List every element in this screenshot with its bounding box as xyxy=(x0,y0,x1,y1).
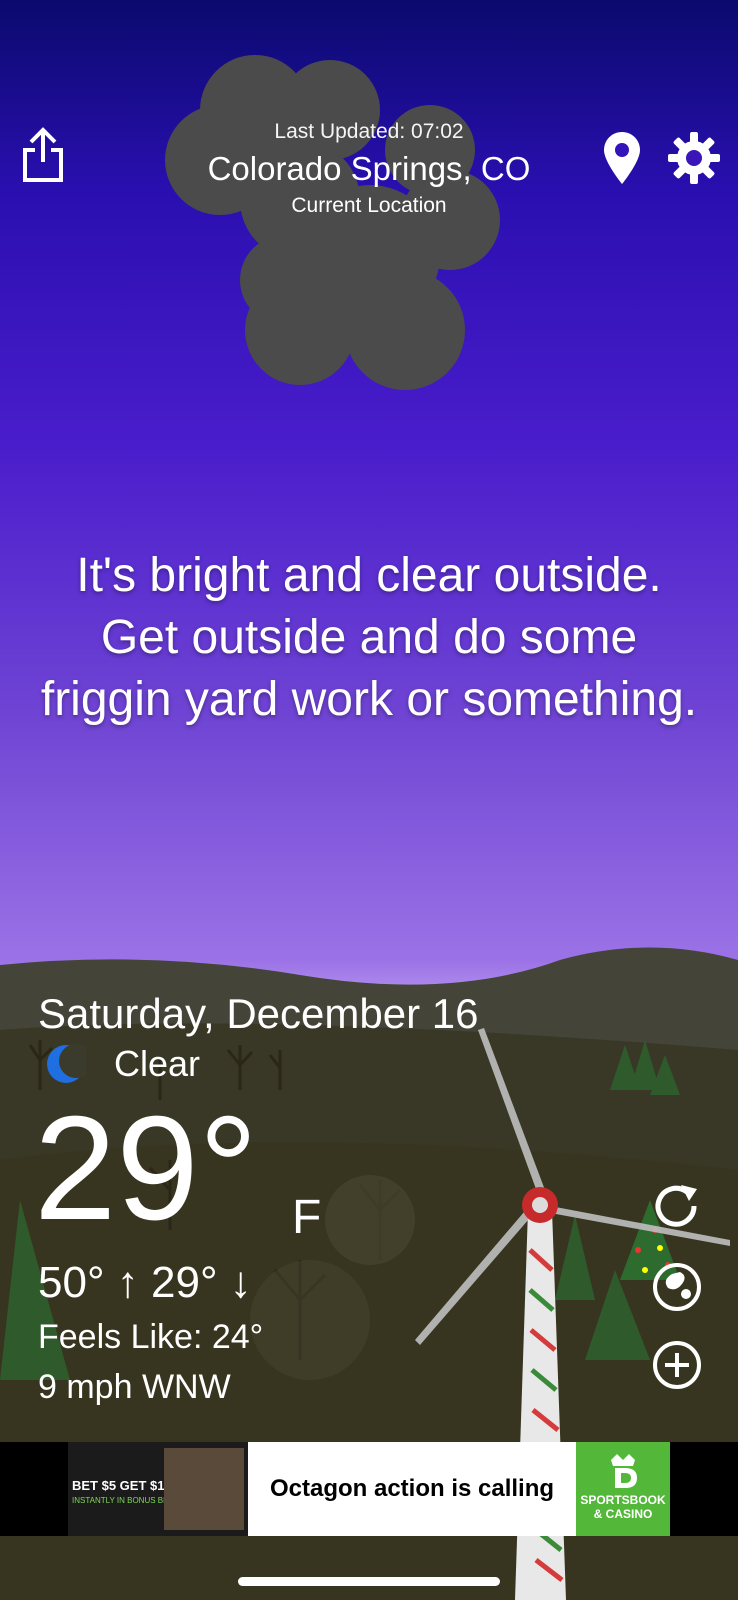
draftkings-logo-icon xyxy=(611,1454,637,1488)
add-button[interactable] xyxy=(650,1338,704,1392)
current-location-label: Current Location xyxy=(291,194,447,217)
radar-button[interactable] xyxy=(650,1260,704,1314)
location-header: Last Updated: 07:02 Colorado Springs, CO… xyxy=(0,120,738,218)
ad-banner[interactable]: BET $5 GET $150 INSTANTLY IN BONUS BETS … xyxy=(0,1442,738,1536)
low-temp: 29° xyxy=(151,1258,218,1307)
ad-brand: SPORTSBOOK & CASINO xyxy=(576,1442,670,1536)
home-indicator[interactable] xyxy=(238,1577,500,1586)
refresh-button[interactable] xyxy=(648,1178,704,1234)
wind-label: 9 mph WNW xyxy=(38,1368,231,1406)
feels-like-label: Feels Like: 24° xyxy=(38,1318,264,1356)
ad-brand-line1: SPORTSBOOK xyxy=(580,1493,666,1507)
cloud xyxy=(165,55,500,390)
scene-illustration xyxy=(0,55,738,1600)
ad-left-sub: INSTANTLY IN BONUS BETS xyxy=(72,1496,179,1505)
radar-icon xyxy=(653,1263,701,1311)
date-label: Saturday, December 16 xyxy=(38,990,479,1037)
add-icon xyxy=(653,1341,701,1389)
moon-icon xyxy=(47,1044,86,1083)
ad-left-headline: BET $5 GET $150 xyxy=(72,1478,179,1493)
refresh-icon xyxy=(655,1185,697,1227)
current-temperature: 29° xyxy=(34,1086,258,1251)
weather-quote: It's bright and clear outside. Get outsi… xyxy=(40,549,698,726)
temperature-unit[interactable]: F xyxy=(292,1190,321,1245)
condition-row: Clear xyxy=(46,1043,200,1085)
last-updated-label: Last Updated: 07:02 xyxy=(274,120,464,143)
high-low-row: 50° ↑ 29° ↓ xyxy=(38,1258,252,1308)
arrow-down-icon: ↓ xyxy=(229,1258,252,1307)
ad-text: Octagon action is calling xyxy=(248,1442,576,1536)
ad-image: BET $5 GET $150 INSTANTLY IN BONUS BETS xyxy=(68,1442,248,1536)
high-temp: 50° xyxy=(38,1258,105,1307)
arrow-up-icon: ↑ xyxy=(116,1258,139,1307)
city-name[interactable]: Colorado Springs, CO xyxy=(0,150,738,188)
ad-fighters-image xyxy=(164,1448,244,1530)
condition-label: Clear xyxy=(114,1043,201,1084)
ad-brand-line2: & CASINO xyxy=(593,1507,653,1521)
